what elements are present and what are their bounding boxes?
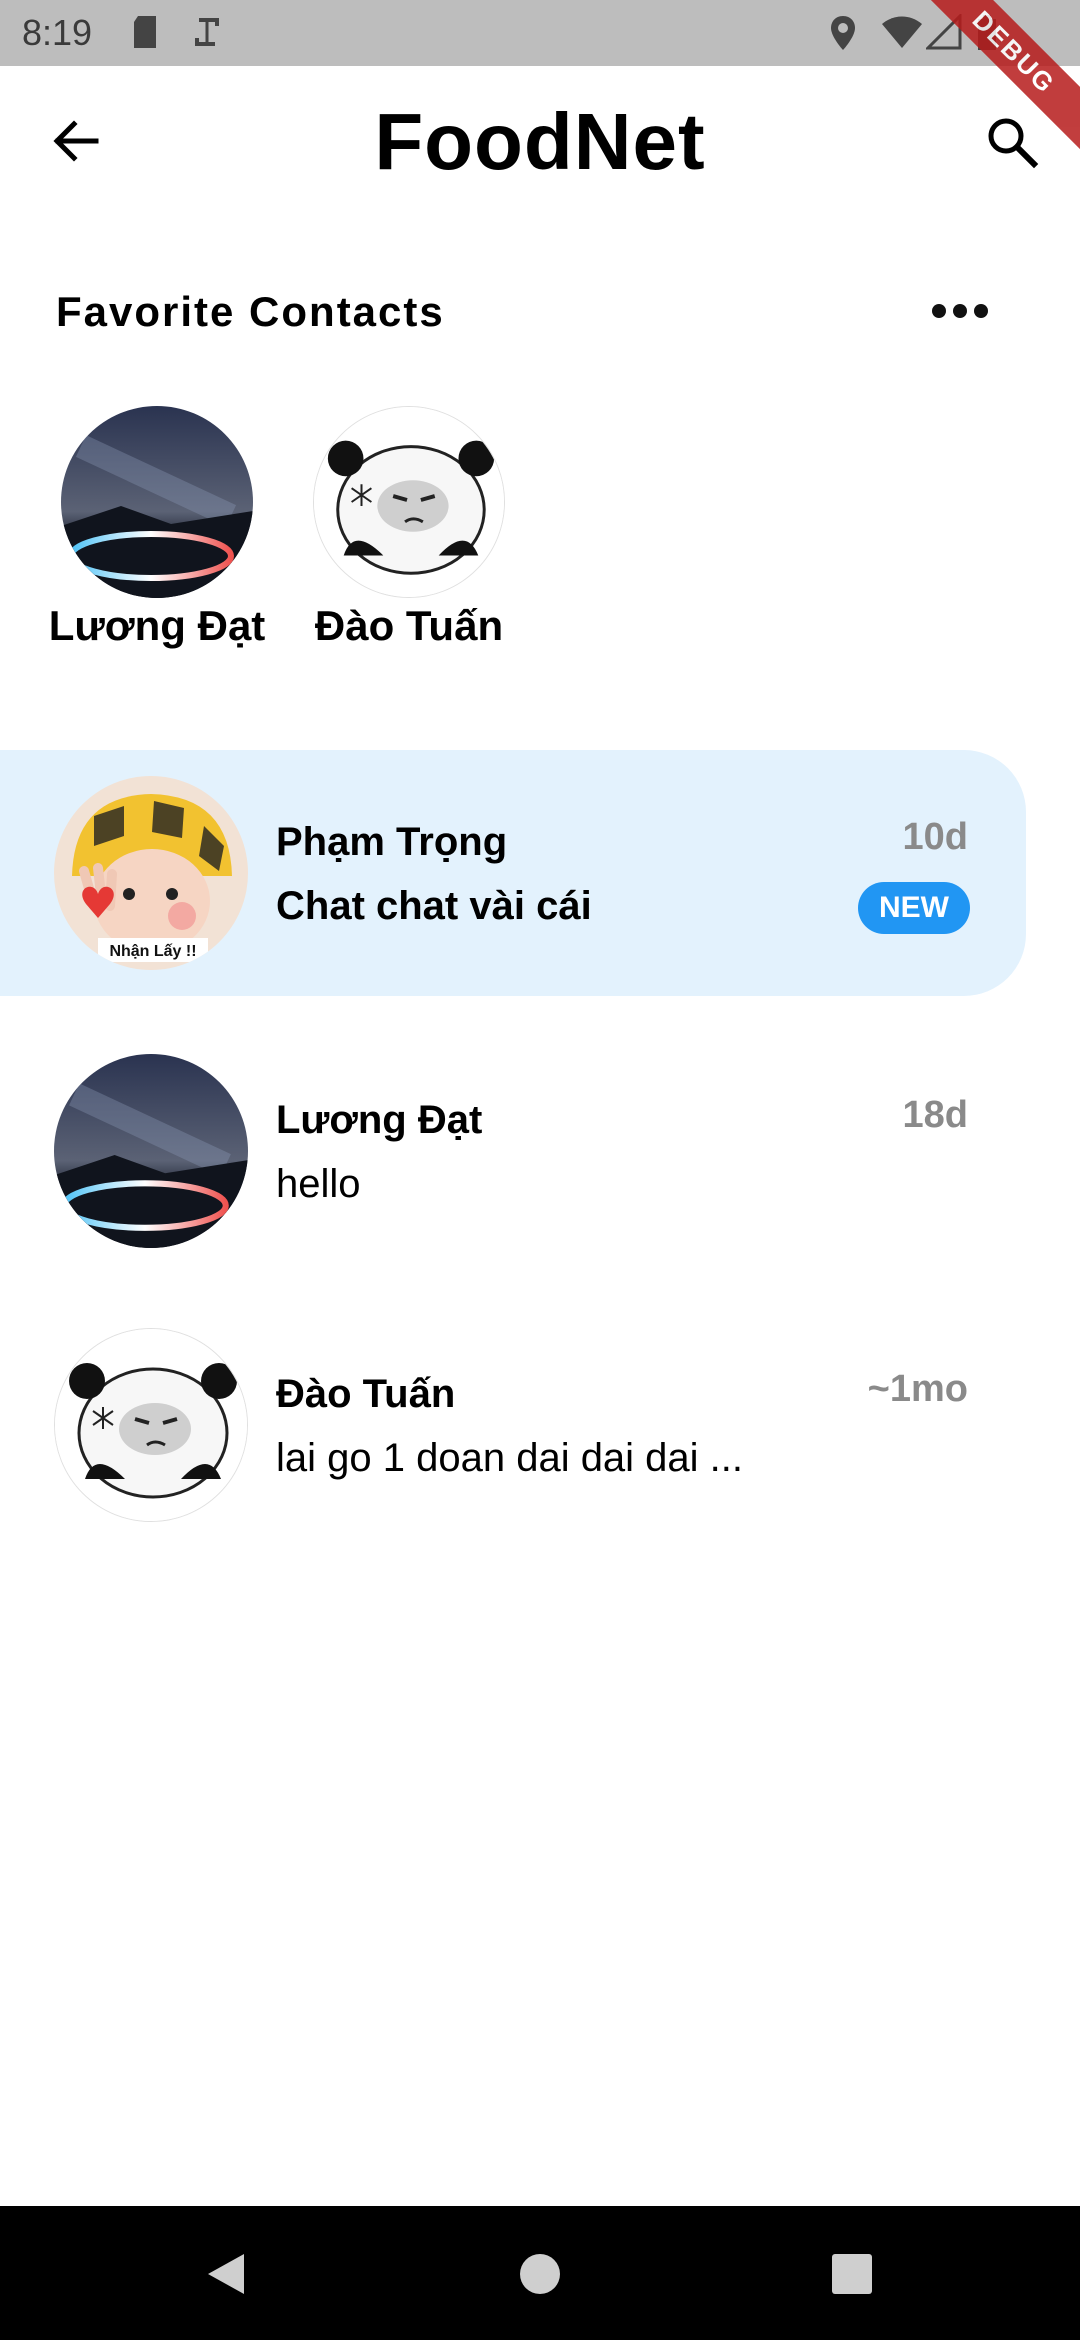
chat-item-luong-dat[interactable]: Lương Đạt hello 18d: [0, 1028, 1026, 1274]
night-sky-avatar: [54, 1054, 248, 1248]
status-time: 8:19: [22, 12, 93, 53]
more-icon-dot: [932, 304, 946, 318]
search-button[interactable]: [980, 110, 1046, 176]
system-nav-bar: [0, 2206, 1080, 2340]
location-icon: [831, 16, 855, 50]
favorite-contact-luong-dat[interactable]: Lương Đạt: [42, 406, 272, 650]
nav-back-icon[interactable]: [204, 2252, 248, 2296]
panda-meme-avatar: [54, 1328, 248, 1522]
wifi-icon: [882, 16, 922, 48]
chat-item-dao-tuan[interactable]: Đào Tuấn lai go 1 doan dai dai dai ... ~…: [0, 1302, 1026, 1548]
chat-name: Lương Đạt: [276, 1098, 483, 1142]
panda-meme-avatar: [313, 406, 505, 598]
chat-time: 18d: [902, 1094, 968, 1136]
avatar-caption: Nhận Lấy !!: [109, 943, 196, 960]
search-icon: [988, 118, 1039, 169]
nav-recents-icon[interactable]: [830, 2252, 874, 2296]
chat-last-message: lai go 1 doan dai dai dai ...: [276, 1436, 744, 1480]
chat-last-message: hello: [276, 1162, 361, 1206]
new-badge: NEW: [858, 882, 970, 934]
favorite-contact-name: Lương Đạt: [48, 602, 266, 649]
chat-time: 10d: [902, 816, 968, 858]
chat-last-message: Chat chat vài cái: [276, 884, 592, 928]
sync-icon: [195, 18, 219, 46]
more-icon-dot: [974, 304, 988, 318]
chat-name: Phạm Trọng: [276, 820, 508, 864]
more-icon-dot: [953, 304, 967, 318]
helmet-kid-avatar: Nhận Lấy !!: [54, 776, 248, 970]
app-title: FoodNet: [374, 97, 706, 186]
favorite-contacts-header: Favorite Contacts: [56, 288, 445, 335]
chat-time: ~1mo: [867, 1368, 968, 1410]
favorite-contact-dao-tuan[interactable]: Đào Tuấn: [294, 406, 524, 650]
app-bar: FoodNet: [0, 66, 1080, 216]
status-bar: 8:19 DEBUG: [0, 0, 1080, 160]
sd-card-icon: [134, 16, 156, 48]
chat-name: Đào Tuấn: [276, 1372, 456, 1416]
more-options-button[interactable]: [928, 290, 992, 334]
favorite-contact-name: Đào Tuấn: [314, 602, 504, 649]
nav-home-icon[interactable]: [518, 2252, 562, 2296]
chat-item-pham-trong[interactable]: Nhận Lấy !! Phạm Trọng Chat chat vài cái…: [0, 750, 1026, 996]
night-sky-avatar: [61, 406, 253, 598]
